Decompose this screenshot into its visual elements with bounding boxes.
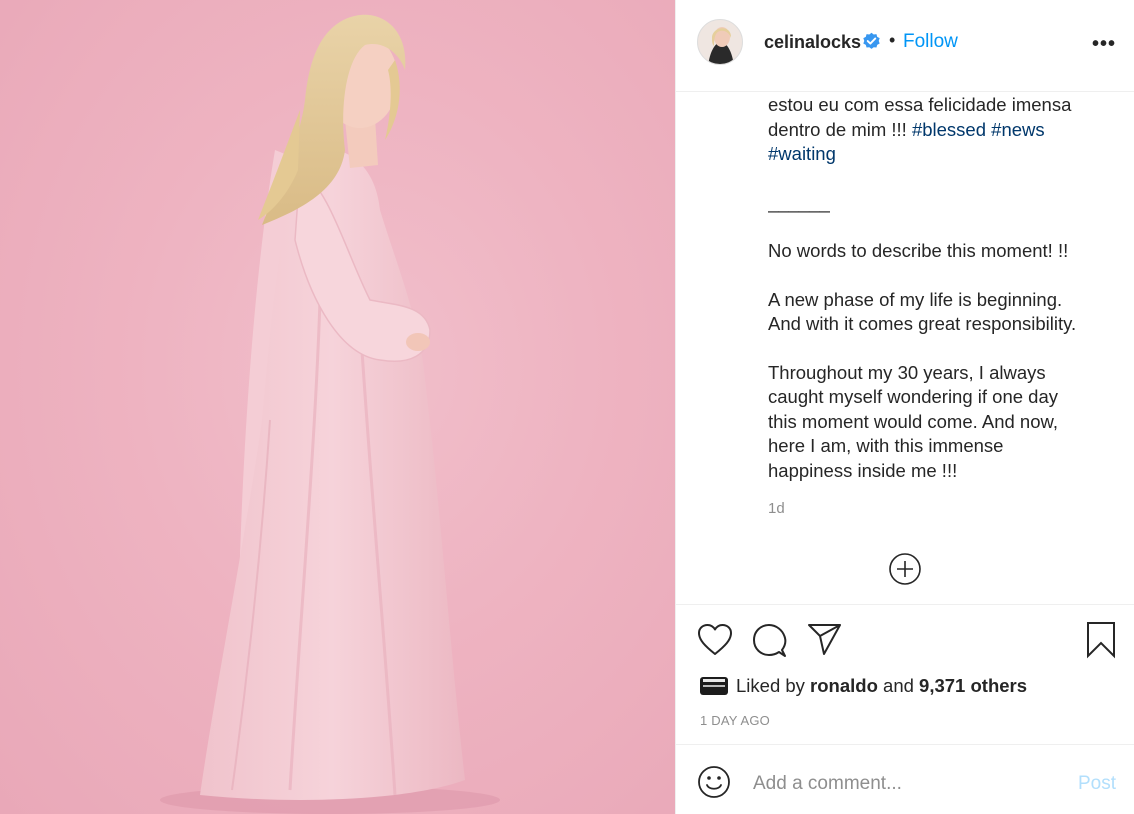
caption-divider: ______ — [768, 191, 830, 213]
bookmark-icon[interactable] — [1085, 621, 1117, 659]
hashtag-link[interactable]: #news — [991, 119, 1044, 140]
likes-summary: Liked by ronaldo and 9,371 others — [700, 673, 1027, 699]
separator-dot: • — [889, 30, 896, 50]
post-details-panel: celinalocks • Follow ••• estou eu com es… — [675, 0, 1134, 814]
share-icon[interactable] — [807, 623, 843, 657]
hashtag-link[interactable]: #waiting — [768, 143, 836, 164]
liked-and: and — [877, 675, 920, 696]
comment-icon[interactable] — [752, 623, 788, 659]
load-more-comments-icon[interactable] — [888, 552, 922, 586]
comment-bar: Post — [676, 744, 1134, 814]
caption-line: estou eu com essa felicidade imensa — [768, 94, 1072, 115]
likes-count[interactable]: 9,371 others — [919, 675, 1027, 697]
avatar[interactable] — [697, 19, 743, 65]
emoji-icon[interactable] — [697, 765, 731, 799]
post-time-relative[interactable]: 1d — [768, 500, 785, 517]
post-date[interactable]: 1 DAY AGO — [700, 713, 770, 728]
liker-username[interactable]: ronaldo — [810, 675, 878, 697]
caption-paragraph: No words to describe this moment! !! — [768, 240, 1069, 261]
caption-paragraph: Throughout my 30 years, I always caught … — [768, 361, 1059, 481]
caption-text: dentro de mim !!! — [768, 118, 912, 140]
username[interactable]: celinalocks — [764, 32, 861, 53]
caption: estou eu com essa felicidade imensa dent… — [768, 92, 1108, 604]
photo-illustration — [160, 14, 500, 814]
liker-avatar[interactable] — [700, 677, 728, 695]
hashtag-link[interactable]: #blessed — [912, 119, 986, 140]
post-comment-button[interactable]: Post — [1078, 773, 1116, 795]
liked-by-prefix: Liked by — [736, 675, 811, 696]
verified-badge-icon — [863, 32, 880, 49]
post-photo[interactable] — [0, 0, 675, 814]
post-header: celinalocks • Follow ••• — [676, 0, 1134, 92]
avatar-image — [698, 20, 742, 64]
comment-input[interactable] — [753, 770, 1053, 798]
post-actions: Liked by ronaldo and 9,371 others 1 DAY … — [676, 604, 1134, 744]
follow-button[interactable]: Follow — [903, 31, 958, 53]
heart-icon[interactable] — [697, 623, 733, 657]
caption-paragraph: A new phase of my life is beginning. And… — [768, 288, 1077, 335]
caption-line: dentro de mim !!! #blessed #news — [768, 118, 1108, 143]
more-options-icon[interactable]: ••• — [1092, 33, 1116, 56]
